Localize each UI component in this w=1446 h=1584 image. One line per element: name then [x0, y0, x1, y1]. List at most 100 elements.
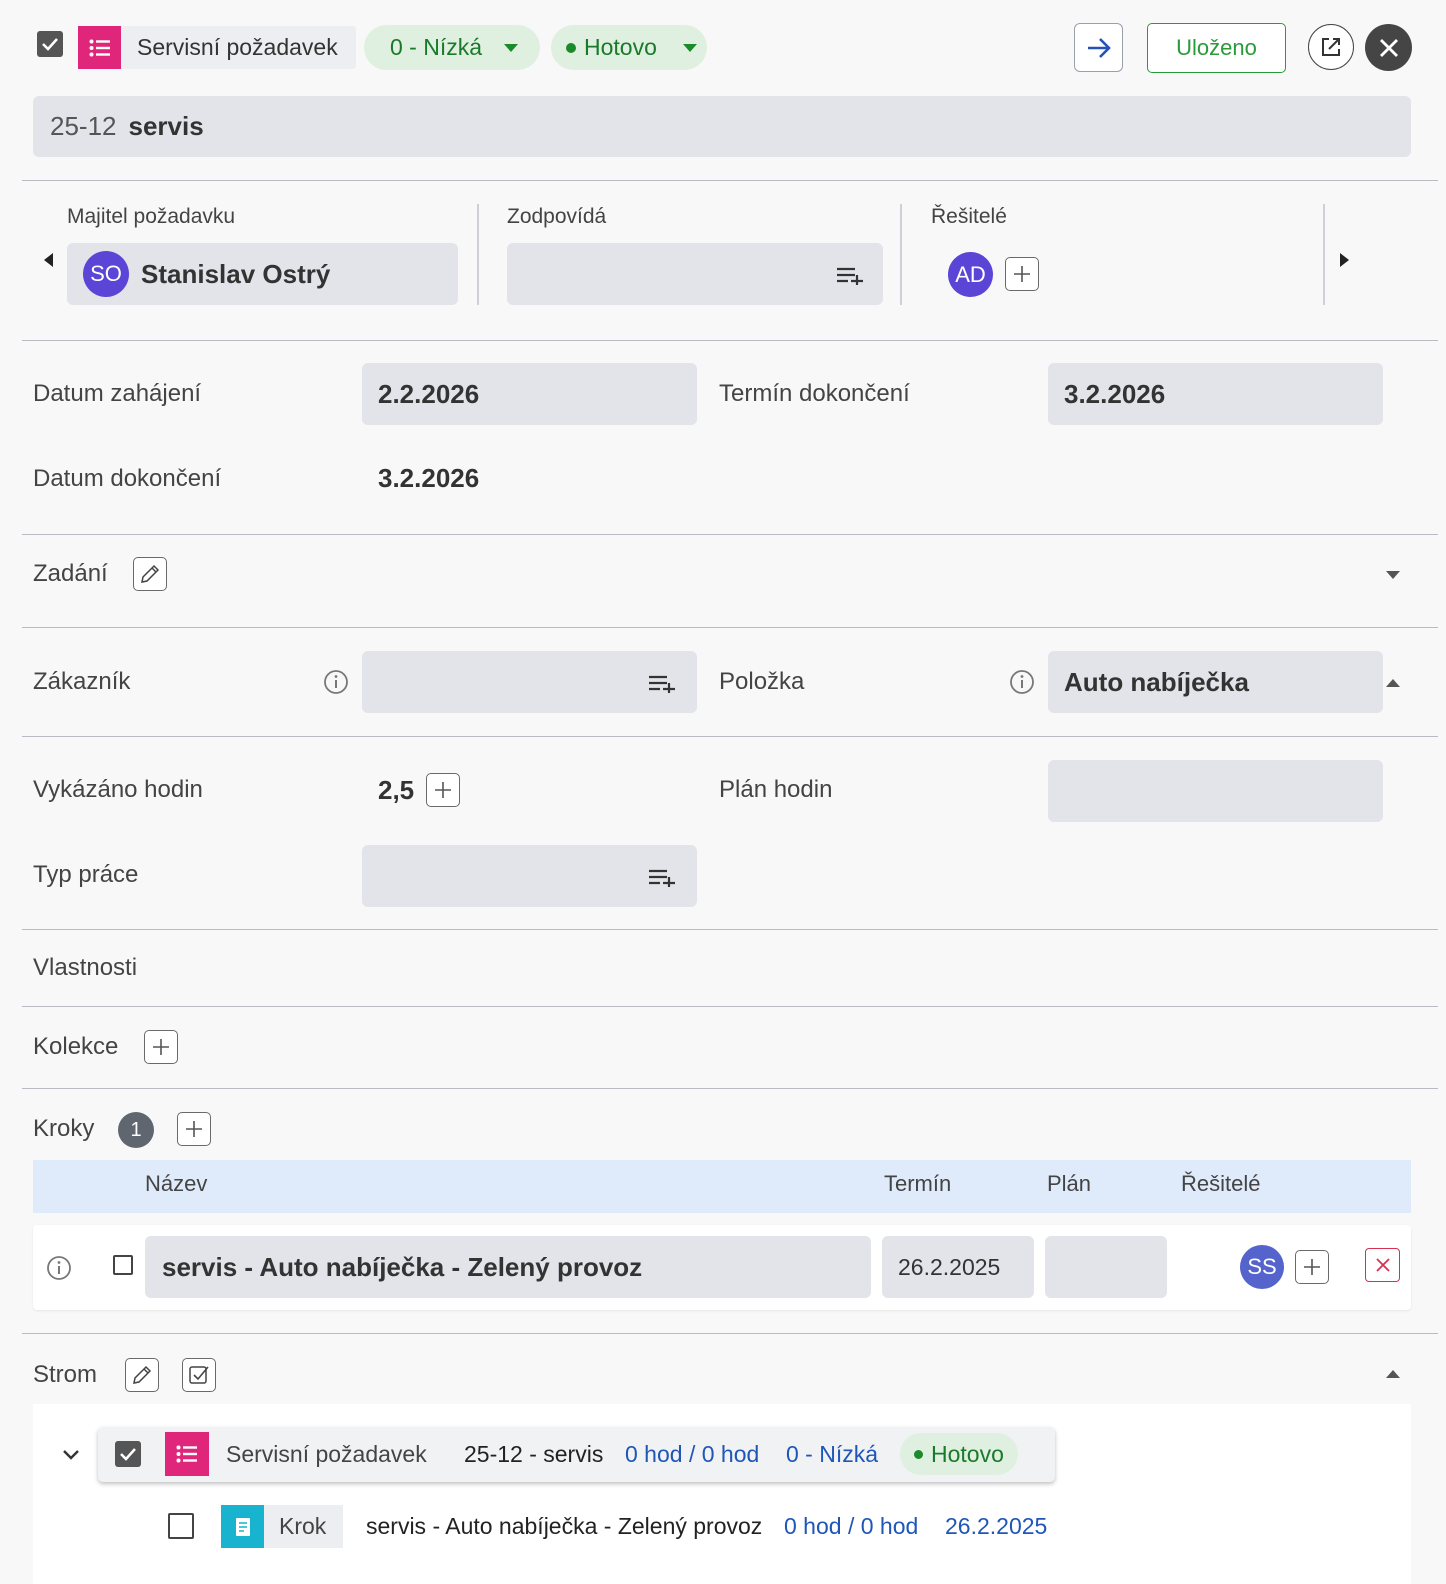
start-date-label: Datum zahájení — [33, 380, 202, 407]
arrow-right-icon — [1087, 37, 1111, 58]
column-plan[interactable]: Plán — [1047, 1171, 1091, 1197]
start-date-field[interactable]: 2.2.2026 — [362, 363, 697, 425]
root-type: Servisní požadavek — [226, 1441, 427, 1467]
collection-label: Kolekce — [33, 1033, 119, 1060]
item-field[interactable]: Auto nabíječka — [1048, 651, 1383, 713]
divider — [22, 736, 1438, 737]
chevron-down-icon[interactable] — [1386, 571, 1400, 579]
add-step-solver-button[interactable] — [1295, 1250, 1329, 1284]
plus-icon — [435, 782, 451, 798]
open-external-button[interactable] — [1308, 24, 1354, 70]
column-deadline[interactable]: Termín — [884, 1171, 951, 1197]
divider — [477, 204, 479, 305]
forward-button[interactable] — [1074, 23, 1123, 72]
avatar[interactable]: AD — [948, 252, 993, 297]
list-icon — [78, 26, 121, 69]
divider — [22, 1088, 1438, 1089]
root-hours: 0 hod / 0 hod — [625, 1441, 760, 1467]
divider — [22, 180, 1438, 181]
title-field[interactable]: 25-12 servis — [33, 96, 1411, 157]
assignment-label: Zadání — [33, 560, 108, 587]
completed-date-label: Datum dokončení — [33, 465, 222, 492]
customer-field[interactable] — [362, 651, 697, 713]
plan-hours-label: Plán hodin — [719, 776, 833, 803]
work-type-label: Typ práce — [33, 861, 139, 888]
pencil-icon — [133, 1365, 152, 1384]
title-number: 25-12 — [50, 111, 117, 141]
priority-dropdown[interactable]: 0 - Nízká — [364, 25, 540, 70]
saved-label: Uloženo — [1176, 35, 1257, 60]
divider — [22, 1333, 1438, 1334]
chevron-left-icon[interactable] — [44, 253, 53, 267]
info-icon[interactable] — [1009, 669, 1035, 695]
root-checkbox[interactable] — [115, 1441, 141, 1467]
column-name[interactable]: Název — [145, 1171, 207, 1197]
reported-hours-value: 2,5 — [378, 775, 415, 805]
avatar[interactable]: SS — [1240, 1245, 1284, 1289]
divider — [22, 534, 1438, 535]
divider — [22, 1006, 1438, 1007]
step-checkbox[interactable] — [113, 1255, 133, 1275]
tree-node-root[interactable]: Servisní požadavek 25-12 - servis 0 hod … — [98, 1427, 1055, 1482]
child-title[interactable]: servis - Auto nabíječka - Zelený provoz — [366, 1513, 762, 1540]
root-priority: 0 - Nízká — [786, 1441, 879, 1467]
responsible-field[interactable] — [507, 243, 883, 305]
divider — [22, 627, 1438, 628]
child-checkbox[interactable] — [168, 1513, 194, 1539]
table-row: servis - Auto nabíječka - Zelený provoz … — [33, 1225, 1411, 1310]
status-dropdown[interactable]: Hotovo — [551, 25, 707, 70]
item-value: Auto nabíječka — [1064, 666, 1249, 697]
child-type: Krok — [279, 1513, 327, 1539]
solvers-label: Řešitelé — [931, 205, 1007, 228]
step-plan-field[interactable] — [1045, 1236, 1167, 1298]
divider — [1323, 204, 1325, 305]
add-step-button[interactable] — [177, 1112, 211, 1146]
chevron-right-icon[interactable] — [1340, 253, 1349, 267]
chevron-down-icon — [504, 44, 518, 52]
work-type-field[interactable] — [362, 845, 697, 907]
steps-count-badge: 1 — [118, 1112, 154, 1148]
step-deadline-field[interactable]: 26.2.2025 — [882, 1236, 1034, 1298]
properties-label: Vlastnosti — [33, 954, 138, 981]
info-icon[interactable] — [323, 669, 349, 695]
column-solvers[interactable]: Řešitelé — [1181, 1171, 1260, 1197]
status-dot — [914, 1449, 923, 1459]
root-status-badge: Hotovo — [900, 1433, 1018, 1475]
close-button[interactable] — [1365, 24, 1412, 71]
customer-label: Zákazník — [33, 668, 131, 695]
owner-field[interactable]: SO Stanislav Ostrý — [67, 243, 458, 305]
saved-button[interactable]: Uloženo — [1147, 23, 1286, 73]
type-label: Servisní požadavek — [137, 34, 338, 60]
owner-name: Stanislav Ostrý — [141, 258, 331, 289]
edit-tree-button[interactable] — [125, 1358, 159, 1392]
edit-assignment-button[interactable] — [133, 557, 167, 591]
status-value: Hotovo — [584, 34, 657, 60]
step-name-field[interactable]: servis - Auto nabíječka - Zelený provoz — [145, 1236, 871, 1298]
add-solver-button[interactable] — [1005, 257, 1039, 291]
checkbox-icon — [189, 1366, 209, 1384]
pencil-icon — [141, 564, 160, 583]
add-list-icon — [649, 675, 675, 693]
start-date-value: 2.2.2026 — [378, 378, 480, 409]
add-collection-button[interactable] — [144, 1030, 178, 1064]
chevron-down-icon[interactable] — [62, 1449, 80, 1461]
plus-icon — [153, 1039, 169, 1055]
chevron-up-icon[interactable] — [1386, 1370, 1400, 1378]
deadline-value: 3.2.2026 — [1064, 378, 1166, 409]
root-title: 25-12 - servis — [464, 1441, 604, 1467]
plus-icon — [1014, 266, 1030, 282]
check-icon — [42, 38, 58, 51]
delete-step-button[interactable] — [1365, 1248, 1400, 1282]
deadline-field[interactable]: 3.2.2026 — [1048, 363, 1383, 425]
divider — [900, 204, 902, 305]
chevron-up-icon[interactable] — [1386, 679, 1400, 687]
root-status: Hotovo — [931, 1440, 1004, 1467]
plan-hours-field[interactable] — [1048, 760, 1383, 822]
add-hours-button[interactable] — [426, 773, 460, 807]
check-tree-button[interactable] — [182, 1358, 216, 1392]
done-checkbox[interactable] — [37, 31, 63, 57]
close-icon — [1379, 38, 1398, 57]
divider — [22, 929, 1438, 930]
info-icon[interactable] — [46, 1255, 72, 1281]
add-list-icon — [649, 869, 675, 887]
